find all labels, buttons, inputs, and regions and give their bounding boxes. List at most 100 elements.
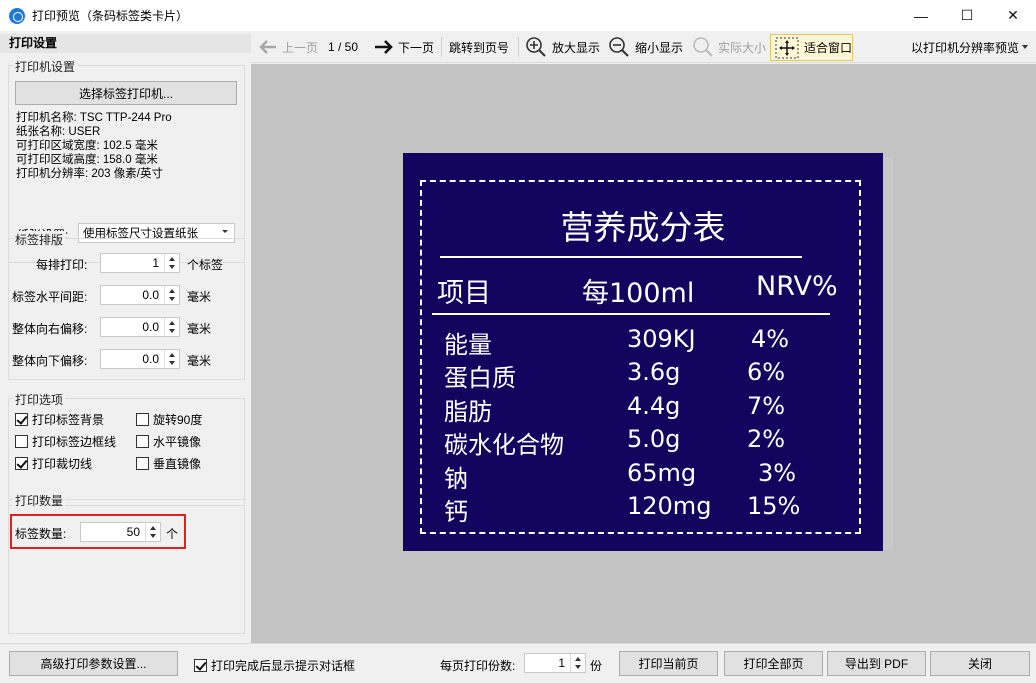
up-arrow-icon[interactable] xyxy=(169,289,175,293)
rotate-90-checkbox[interactable]: 旋转90度 xyxy=(136,411,202,428)
row-amount: 120mg xyxy=(627,492,712,520)
row-amount: 5.0g xyxy=(627,425,681,453)
fit-window-label: 适合窗口 xyxy=(804,41,853,55)
up-arrow-icon[interactable] xyxy=(575,657,581,661)
label-quantity-label: 标签数量: xyxy=(15,527,67,541)
close-window-button[interactable]: ✕ xyxy=(990,0,1036,31)
header-nrv: NRV% xyxy=(756,271,838,302)
prev-page-button[interactable]: 上一页 xyxy=(258,31,318,63)
offset-down-stepper[interactable]: 0.0 xyxy=(100,349,180,369)
prev-page-label: 上一页 xyxy=(282,40,319,55)
printer-resolution-info: 打印机分辨率: 203 像素/英寸 xyxy=(16,168,163,180)
copies-stepper[interactable]: 1 xyxy=(524,653,586,673)
offset-right-stepper[interactable]: 0.0 xyxy=(100,317,180,337)
zoom-out-button[interactable]: 缩小显示 xyxy=(608,31,683,63)
next-page-label: 下一页 xyxy=(398,40,435,55)
checkbox-label: 打印标签边框线 xyxy=(32,435,117,449)
preview-area[interactable]: 营养成分表 项目 每100ml NRV% 能量 309KJ 4% 蛋白质 3.6… xyxy=(251,64,1036,643)
zoom-in-label: 放大显示 xyxy=(552,40,601,55)
export-pdf-button[interactable]: 导出到 PDF xyxy=(827,651,926,676)
print-all-button[interactable]: 打印全部页 xyxy=(724,651,823,676)
header-item: 项目 xyxy=(437,278,491,309)
toolbar-separator xyxy=(441,37,442,57)
per-row-label: 每排打印: xyxy=(36,258,88,272)
advanced-settings-button[interactable]: 高级打印参数设置... xyxy=(9,651,178,676)
copies-unit: 份 xyxy=(590,659,603,673)
resolution-preview-dropdown[interactable]: 以打印机分辨率预览 xyxy=(911,31,1029,63)
print-settings-panel: 打印设置 打印机设置 选择标签打印机... 打印机名称: TSC TTP-244… xyxy=(0,31,251,643)
offset-down-value: 0.0 xyxy=(142,352,159,366)
print-border-checkbox[interactable]: 打印标签边框线 xyxy=(15,433,116,450)
minimize-button[interactable]: — xyxy=(898,0,944,31)
checkbox-label: 打印裁切线 xyxy=(32,457,93,471)
print-options-group: 打印选项 打印标签背景 旋转90度 打印标签边框线 水平镜像 打印裁切线 垂直镜… xyxy=(8,391,245,506)
offset-right-unit: 毫米 xyxy=(187,322,212,336)
next-page-button[interactable]: 下一页 xyxy=(373,31,434,63)
up-arrow-icon[interactable] xyxy=(150,526,156,530)
title-divider xyxy=(440,256,802,258)
down-arrow-icon[interactable] xyxy=(169,329,175,333)
up-arrow-icon[interactable] xyxy=(169,321,175,325)
row-nrv: 3% xyxy=(758,459,797,487)
row-nrv: 4% xyxy=(751,325,790,353)
close-button[interactable]: 关闭 xyxy=(930,651,1030,676)
down-arrow-icon[interactable] xyxy=(169,361,175,365)
checkbox-unchecked-icon xyxy=(136,413,149,426)
header-divider xyxy=(432,313,830,315)
zoom-out-icon xyxy=(609,37,629,57)
group-title: 标签排版 xyxy=(13,231,66,248)
vertical-mirror-checkbox[interactable]: 垂直镜像 xyxy=(136,455,201,472)
label-quantity-value: 50 xyxy=(126,525,140,539)
per-row-stepper[interactable]: 1 xyxy=(100,253,180,273)
paper-name-info: 纸张名称: USER xyxy=(16,126,101,138)
checkbox-label: 打印标签背景 xyxy=(32,413,105,427)
select-printer-button[interactable]: 选择标签打印机... xyxy=(15,81,237,105)
print-background-checkbox[interactable]: 打印标签背景 xyxy=(15,411,104,428)
row-item: 碳水化合物 xyxy=(444,431,564,459)
row-amount: 4.4g xyxy=(627,392,681,420)
row-item: 钙 xyxy=(444,498,468,526)
checkbox-checked-icon xyxy=(194,659,207,672)
down-arrow-icon[interactable] xyxy=(169,265,175,269)
title-bar: 打印预览（条码标签类卡片） — ☐ ✕ xyxy=(0,0,1036,31)
label-quantity-stepper[interactable]: 50 xyxy=(80,522,161,542)
group-title: 打印机设置 xyxy=(13,58,78,75)
h-spacing-stepper[interactable]: 0.0 xyxy=(100,285,180,305)
show-dialog-checkbox[interactable]: 打印完成后显示提示对话框 xyxy=(194,657,355,674)
row-item: 能量 xyxy=(444,331,492,359)
up-arrow-icon[interactable] xyxy=(169,353,175,357)
down-arrow-icon[interactable] xyxy=(575,665,581,669)
row-nrv: 6% xyxy=(747,358,786,386)
label-layout-group: 标签排版 每排打印: 1 个标签 标签水平间距: 0.0 毫米 整体向右偏移: … xyxy=(8,231,245,380)
checkbox-label: 水平镜像 xyxy=(153,435,202,449)
up-arrow-icon[interactable] xyxy=(169,257,175,261)
preview-toolbar: 上一页 1 / 50 下一页 跳转到页号 放大显示 缩小显示 实际大小 适合窗口… xyxy=(251,31,1036,63)
fit-window-icon xyxy=(775,37,799,58)
zoom-in-icon xyxy=(526,37,546,57)
print-cutline-checkbox[interactable]: 打印裁切线 xyxy=(15,455,92,472)
jump-to-page-button[interactable]: 跳转到页号 xyxy=(449,31,509,63)
panel-header: 打印设置 xyxy=(0,34,251,53)
resolution-preview-label: 以打印机分辨率预览 xyxy=(911,40,1020,55)
header-amount: 每100ml xyxy=(582,278,695,309)
offset-right-label: 整体向右偏移: xyxy=(12,322,88,336)
row-amount: 309KJ xyxy=(627,325,696,353)
fit-window-button[interactable]: 适合窗口 xyxy=(770,34,853,61)
row-nrv: 2% xyxy=(747,425,786,453)
page-indicator: 1 / 50 xyxy=(328,40,359,54)
horizontal-mirror-checkbox[interactable]: 水平镜像 xyxy=(136,433,201,450)
print-current-button[interactable]: 打印当前页 xyxy=(619,651,718,676)
checkbox-checked-icon xyxy=(15,457,28,470)
checkbox-label: 打印完成后显示提示对话框 xyxy=(211,659,356,673)
down-arrow-icon[interactable] xyxy=(169,297,175,301)
down-arrow-icon[interactable] xyxy=(150,534,156,538)
offset-down-label: 整体向下偏移: xyxy=(12,354,88,368)
row-nrv: 15% xyxy=(747,492,801,520)
checkbox-unchecked-icon xyxy=(136,435,149,448)
printable-width-info: 可打印区域宽度: 102.5 毫米 xyxy=(16,140,158,152)
maximize-button[interactable]: ☐ xyxy=(944,0,990,31)
bottom-bar: 高级打印参数设置... 打印完成后显示提示对话框 每页打印份数: 1 份 打印当… xyxy=(0,643,1036,683)
actual-size-button[interactable]: 实际大小 xyxy=(692,31,766,63)
zoom-in-button[interactable]: 放大显示 xyxy=(525,31,600,63)
checkbox-label: 垂直镜像 xyxy=(153,457,202,471)
